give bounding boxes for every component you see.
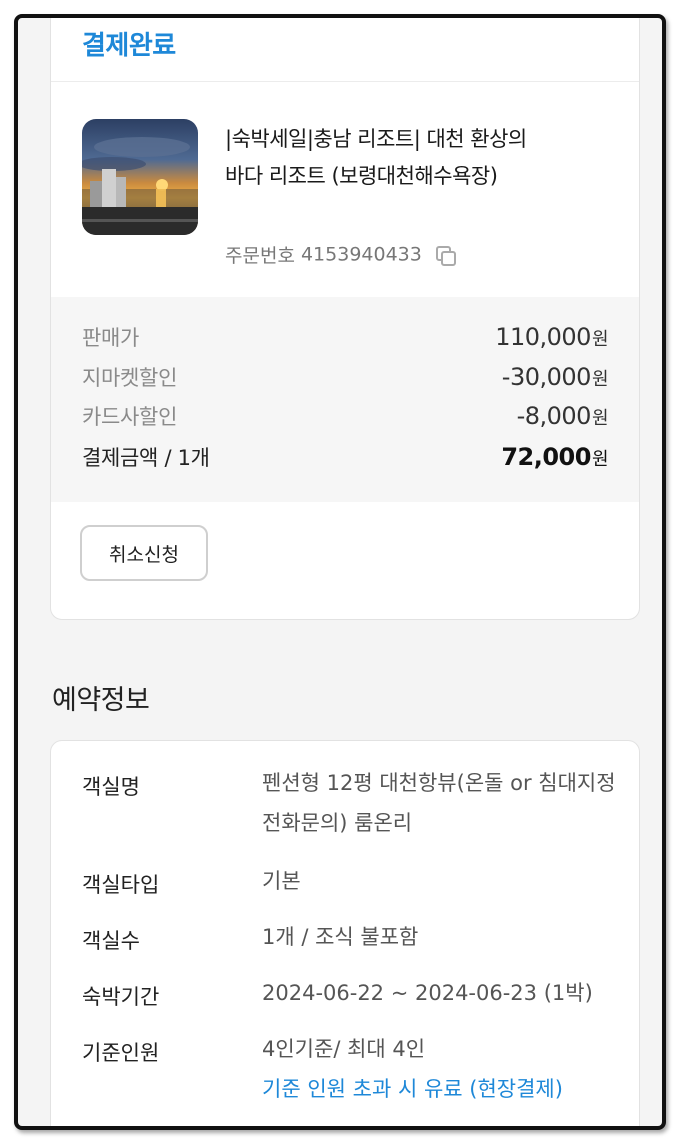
payment-card: 결제완료 |숙박세일|충남 리조트| 대천 환상의 바다 리조트 (보령대천해수… [50, 18, 640, 620]
reservation-card: 객실명 펜션형 12평 대천항뷰(온돌 or 침대지정 전화문의) 룸온리 객실… [50, 740, 640, 1126]
price-summary: 판매가 110,000원 지마켓할인 -30,000원 카드사할인 -8,000… [51, 297, 639, 502]
order-number-row: 주문번호 4153940433 [225, 241, 456, 268]
total-label: 결제금액 / 1개 [82, 446, 210, 470]
copy-icon[interactable] [435, 245, 456, 266]
guest-capacity: 4인기준/ 최대 4인 [262, 1037, 426, 1061]
order-number: 4153940433 [300, 243, 422, 266]
info-label: 기준인원 [82, 1041, 160, 1065]
price-row: 판매가 110,000원 [82, 317, 609, 357]
info-label: 객실명 [82, 775, 140, 799]
price-value: -8,000원 [516, 402, 609, 430]
cancel-request-button[interactable]: 취소신청 [80, 525, 208, 581]
info-value: 1개 / 조식 불포함 [262, 925, 419, 949]
info-value: 2024-06-22 ~ 2024-06-23 (1박) [262, 981, 593, 1005]
price-value: 110,000원 [495, 323, 608, 351]
info-value: 4인기준/ 최대 4인 기준 인원 초과 시 유료 (현장결제) [262, 1029, 622, 1109]
price-value: -30,000원 [501, 363, 609, 391]
price-label: 판매가 [82, 326, 140, 350]
info-label: 숙박기간 [82, 985, 160, 1009]
guest-surcharge-note: 기준 인원 초과 시 유료 (현장결제) [262, 1077, 563, 1101]
product-title[interactable]: |숙박세일|충남 리조트| 대천 환상의 바다 리조트 (보령대천해수욕장) [225, 121, 545, 195]
info-value: 기본 [262, 869, 301, 893]
total-value: 72,000원 [501, 443, 608, 471]
payment-status: 결제완료 [82, 31, 176, 61]
info-label: 객실수 [82, 929, 140, 953]
info-value: 펜션형 12평 대천항뷰(온돌 or 침대지정 전화문의) 룸온리 [262, 771, 616, 835]
price-row: 카드사할인 -8,000원 [82, 396, 609, 436]
price-label: 카드사할인 [82, 405, 178, 429]
reservation-section-title: 예약정보 [52, 685, 150, 716]
order-number-label: 주문번호 [225, 245, 295, 267]
total-row: 결제금액 / 1개 72,000원 [82, 437, 609, 477]
screenshot-frame: 결제완료 |숙박세일|충남 리조트| 대천 환상의 바다 리조트 (보령대천해수… [14, 14, 666, 1130]
product-thumbnail[interactable] [82, 119, 198, 235]
divider [51, 81, 639, 82]
price-label: 지마켓할인 [82, 366, 178, 390]
info-label: 객실타입 [82, 873, 160, 897]
price-row: 지마켓할인 -30,000원 [82, 357, 609, 397]
